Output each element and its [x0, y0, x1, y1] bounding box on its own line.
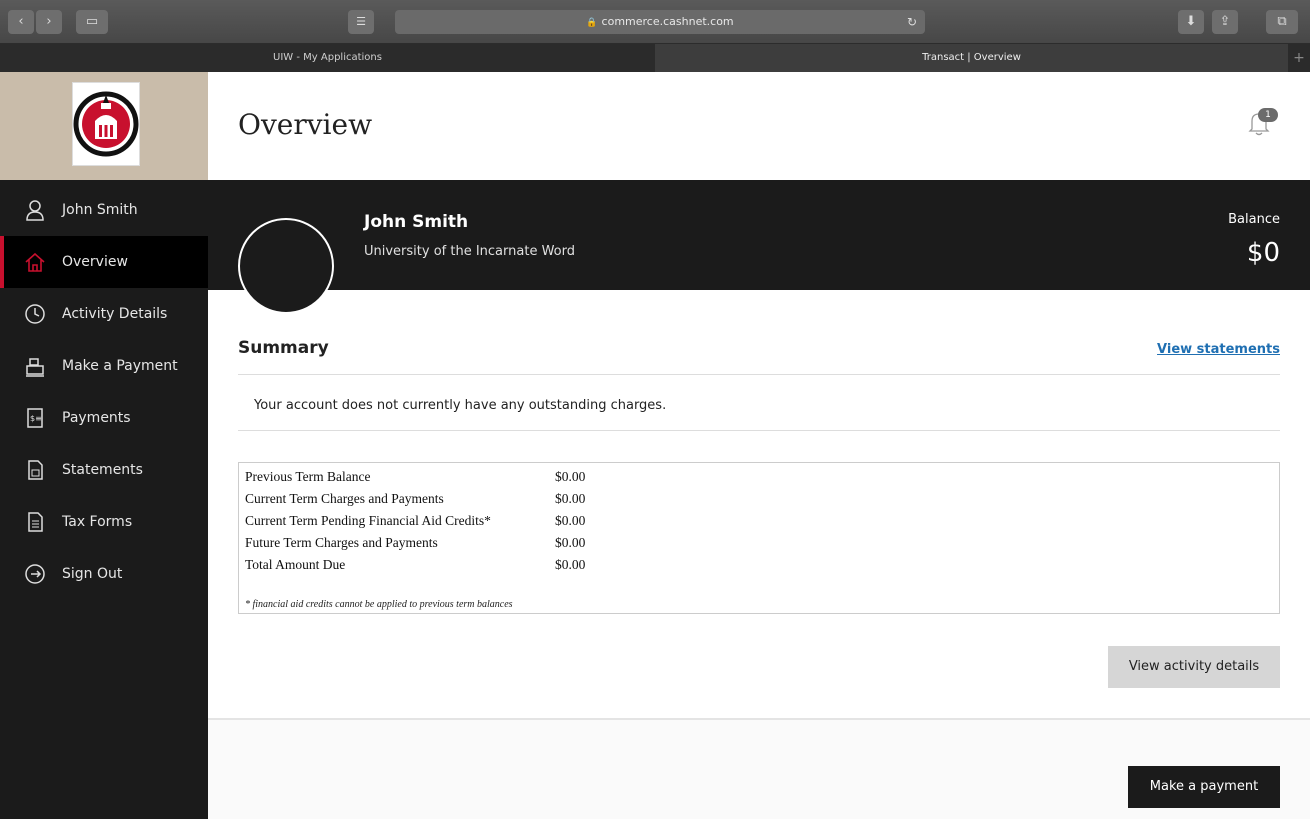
user-icon	[22, 199, 48, 221]
row-value: $0.00	[555, 557, 586, 572]
address-bar[interactable]: 🔒 commerce.cashnet.com ↻	[395, 10, 925, 34]
reader-icon[interactable]: ☰	[348, 10, 374, 34]
sidebar-item-label: Statements	[62, 462, 143, 478]
page-title: Overview	[238, 108, 373, 141]
reload-icon[interactable]: ↻	[907, 10, 917, 34]
new-tab-icon[interactable]: +	[1288, 44, 1310, 72]
row-value: $0.00	[555, 535, 586, 550]
row-label: Future Term Charges and Payments	[245, 535, 438, 550]
download-icon[interactable]: ⬇	[1178, 10, 1204, 34]
row-label: Current Term Charges and Payments	[245, 491, 444, 506]
row-label: Total Amount Due	[245, 557, 346, 572]
row-label: Previous Term Balance	[245, 469, 371, 484]
svg-text:$≡: $≡	[30, 414, 42, 423]
main-content: Overview 1 John Smith University of the …	[208, 72, 1310, 819]
view-activity-details-button[interactable]: View activity details	[1108, 646, 1280, 688]
sidebar-item-label: Sign Out	[62, 566, 123, 582]
summary-title: Summary	[238, 338, 329, 358]
table-row: Current Term Pending Financial Aid Credi…	[245, 513, 585, 535]
balance-summary-table: Previous Term Balance $0.00 Current Term…	[238, 462, 1280, 614]
browser-toolbar: ‹ › ▭ ☰ 🔒 commerce.cashnet.com ↻ ⬇ ⇪ ⧉	[0, 0, 1310, 44]
tab-uiw-applications[interactable]: UIW - My Applications	[0, 44, 655, 72]
sidebar-item-label: Overview	[62, 254, 128, 270]
document-icon	[22, 459, 48, 481]
sidebar: John Smith Overview Activity Details Mak…	[0, 180, 208, 819]
table-row: Total Amount Due $0.00	[245, 557, 585, 579]
share-icon[interactable]: ⇪	[1212, 10, 1238, 34]
user-organization: University of the Incarnate Word	[364, 244, 575, 259]
footnote: * financial aid credits cannot be applie…	[245, 599, 513, 610]
balance-label: Balance	[1228, 212, 1280, 227]
row-value: $0.00	[555, 491, 586, 506]
table-row: Previous Term Balance $0.00	[245, 469, 585, 491]
sidebar-toggle-icon[interactable]: ▭	[76, 10, 108, 34]
tab-bar: UIW - My Applications Transact | Overvie…	[0, 44, 1310, 72]
sidebar-item-label: Make a Payment	[62, 358, 178, 374]
row-value: $0.00	[555, 513, 586, 528]
view-statements-link[interactable]: View statements	[1157, 342, 1280, 357]
home-icon	[22, 251, 48, 273]
sidebar-item-sign-out[interactable]: Sign Out	[0, 548, 208, 600]
row-label: Current Term Pending Financial Aid Credi…	[245, 513, 491, 528]
make-payment-button[interactable]: Make a payment	[1128, 766, 1280, 808]
sidebar-item-make-payment[interactable]: Make a Payment	[0, 340, 208, 392]
sidebar-item-profile[interactable]: John Smith	[0, 184, 208, 236]
sidebar-item-label: Payments	[62, 410, 131, 426]
divider	[238, 374, 1280, 375]
notification-badge: 1	[1258, 108, 1278, 122]
avatar[interactable]	[238, 218, 334, 314]
logo-area	[0, 72, 208, 180]
browser-window: ‹ › ▭ ☰ 🔒 commerce.cashnet.com ↻ ⬇ ⇪ ⧉ UI…	[0, 0, 1310, 819]
sidebar-item-overview[interactable]: Overview	[0, 236, 208, 288]
sidebar-item-label: Tax Forms	[62, 514, 133, 530]
sidebar-item-activity-details[interactable]: Activity Details	[0, 288, 208, 340]
sign-out-icon	[22, 563, 48, 585]
page-header: Overview 1	[208, 72, 1310, 180]
lock-icon: 🔒	[586, 18, 598, 28]
receipt-icon: $≡	[22, 407, 48, 429]
sidebar-item-label: Activity Details	[62, 306, 168, 322]
clock-icon	[22, 303, 48, 325]
tab-transact-overview[interactable]: Transact | Overview	[655, 44, 1288, 72]
sidebar-item-statements[interactable]: Statements	[0, 444, 208, 496]
university-seal-logo[interactable]	[72, 82, 140, 166]
table-row: Future Term Charges and Payments $0.00	[245, 535, 585, 557]
row-value: $0.00	[555, 469, 586, 484]
back-icon[interactable]: ‹	[8, 10, 34, 34]
no-charges-message: Your account does not currently have any…	[254, 398, 667, 413]
table-row: Current Term Charges and Payments $0.00	[245, 491, 585, 513]
sidebar-item-label: John Smith	[62, 202, 138, 218]
profile-banner: John Smith University of the Incarnate W…	[208, 180, 1310, 314]
user-name: John Smith	[364, 212, 469, 232]
sidebar-item-payments[interactable]: $≡ Payments	[0, 392, 208, 444]
forms-icon	[22, 511, 48, 533]
sidebar-item-tax-forms[interactable]: Tax Forms	[0, 496, 208, 548]
tabs-overview-icon[interactable]: ⧉	[1266, 10, 1298, 34]
divider	[238, 430, 1280, 431]
balance-value: $0	[1246, 238, 1280, 268]
register-icon	[22, 355, 48, 377]
address-url: commerce.cashnet.com	[601, 15, 734, 28]
forward-icon[interactable]: ›	[36, 10, 62, 34]
